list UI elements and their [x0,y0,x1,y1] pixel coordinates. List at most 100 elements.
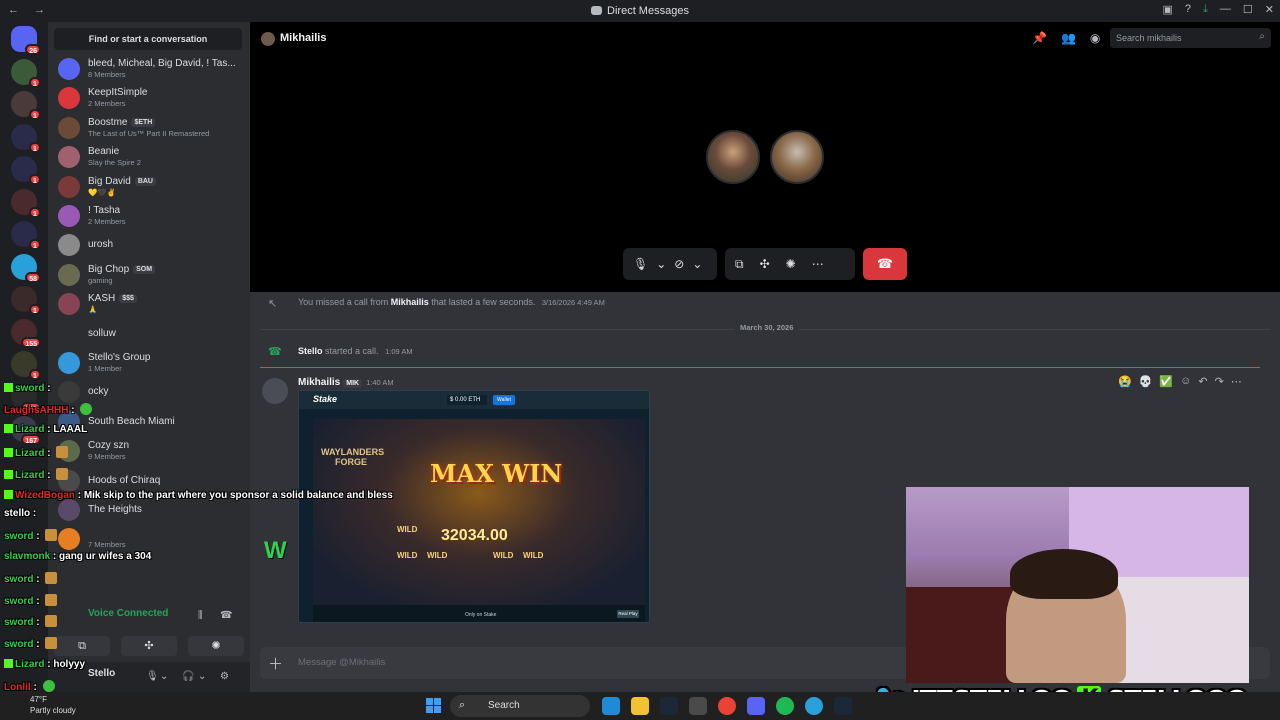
microphone-icon[interactable]: 🎙 [146,671,159,682]
find-conversation-button[interactable]: Find or start a conversation [54,28,242,50]
settings-gear-icon[interactable]: ⚙ [220,671,229,682]
server-icon[interactable]: 58 [11,253,41,283]
dm-item[interactable]: urosh [54,231,244,259]
profile-icon[interactable]: ◉ [1090,31,1100,45]
forward-icon[interactable]: ↷ [1215,375,1224,388]
chevron-down-icon[interactable]: ⌄ [160,671,168,682]
reply-icon[interactable]: ↶ [1198,375,1207,388]
dm-item[interactable]: Boostme $ETH The Last of Us™ Part II Remas… [54,114,244,142]
maximize-button[interactable]: ☐ [1243,3,1253,16]
notification-badge: 1 [29,304,41,315]
chevron-down-icon[interactable]: ⌄ [198,671,206,682]
steam-icon[interactable] [660,697,678,715]
discord-icon[interactable] [747,697,765,715]
wild-symbol: WILD [397,551,418,560]
add-reaction-icon[interactable]: ☺ [1180,375,1191,388]
dm-name-text: KeepItSimple [88,87,148,99]
server-icon[interactable]: 1 [11,58,41,88]
download-icon[interactable]: ⤓ [1203,3,1208,16]
add-friend-icon[interactable]: 👥 [1061,31,1076,45]
dm-item[interactable]: KeepItSimple 2 Members [54,84,244,112]
dm-name-text: Stello's Group [88,352,151,363]
dm-item[interactable]: Stello's Group 1 Member [54,349,244,377]
help-icon[interactable]: ? [1185,3,1191,16]
server-icon[interactable]: 1 [11,221,41,250]
dm-item[interactable]: Cozy szn 9 Members [54,437,244,465]
headphones-icon[interactable]: 🎧 [182,671,194,682]
dm-name-text: KASH [88,293,116,305]
dm-name-text: The Heights [88,504,142,515]
server-icon[interactable]: 1 [11,156,41,185]
activities-icon[interactable]: ✣ [760,257,770,271]
dm-item[interactable]: ! Tasha 2 Members [54,202,244,230]
stream-chat-line: slavmonk : gang ur wifes a 304 [4,551,151,562]
webcam-hair [1010,549,1118,599]
dm-name: KASH $$$ [88,293,242,304]
file-explorer-icon[interactable] [631,697,649,715]
start-button[interactable] [426,698,441,713]
reaction-emoji-icon[interactable]: ✅ [1159,375,1173,388]
server-icon[interactable]: 1 [11,123,41,153]
participant-avatar-stello[interactable] [770,130,824,184]
more-icon[interactable]: ⋯ [812,257,824,271]
signal-icon[interactable]: ⫼ [198,610,203,621]
dm-item[interactable]: Big David BAU 💛🖤✌ [54,173,244,201]
stream-chat-line: Lizard : holyyy [4,659,85,670]
disconnect-icon[interactable]: ☎ [220,610,232,621]
obs-icon[interactable] [689,697,707,715]
server-icon[interactable]: 1 [11,188,41,218]
chevron-down-icon[interactable]: ⌄ [692,257,702,271]
more-icon[interactable]: ⋯ [1231,375,1242,388]
image-attachment[interactable]: Stake $ 0.00 ETH Wallet WAYLANDERS FORGE… [298,390,650,623]
chat-username: Lizard [15,470,45,481]
server-icon[interactable]: 1 [11,91,41,120]
chat-emote-icon [45,529,58,541]
soundboard-icon[interactable]: ✺ [786,257,796,271]
chat-emote-icon [45,594,58,606]
hang-up-button[interactable]: ☎ [863,248,907,280]
soundboard-button[interactable]: ✺ [188,636,244,656]
user-name: Stello [88,668,116,679]
dm-subtitle: gaming [88,275,113,285]
server-icon[interactable]: 1 [11,286,41,315]
server-icon[interactable]: 1 [11,351,41,380]
screen-share-icon[interactable]: ⧉ [735,257,744,272]
reaction-emoji-icon[interactable]: 😭 [1118,375,1132,388]
server-icon[interactable]: 155 [11,318,41,348]
dm-item[interactable]: Beanie Slay the Spire 2 [54,143,244,171]
spotify-icon[interactable] [776,697,794,715]
kick-badge-icon [4,659,13,668]
inbox-icon[interactable]: ▣ [1163,3,1173,16]
steam-icon[interactable] [834,697,852,715]
chevron-down-icon[interactable]: ⌄ [656,257,666,271]
screen-share-button[interactable]: ⧉ [54,636,110,656]
wild-symbol: WILD [493,551,514,560]
call-actions: ⧉ ✣ ✺ ⋯ [725,248,855,280]
weather-widget[interactable]: 47°F Partly cloudy [30,694,76,716]
dm-item[interactable]: bleed, Micheal, Big David, ! Tas... 8 Mem… [54,55,244,83]
home-button[interactable]: 26 [11,26,41,55]
activities-button[interactable]: ✣ [121,636,177,656]
dm-subtitle: Slay the Spire 2 [88,158,141,168]
camera-off-icon[interactable]: ⊘ [674,257,684,271]
add-attachment-icon[interactable]: ＋ [268,653,283,674]
dm-item[interactable]: 7 Members [54,525,244,553]
dm-item[interactable]: KASH $$$ 🙏 [54,290,244,318]
close-button[interactable]: ✕ [1265,3,1274,16]
edge-icon[interactable] [602,697,620,715]
dm-item[interactable]: Big Chop SOM gaming [54,261,244,289]
chat-text: LAAAL [53,424,88,435]
reaction-emoji-icon[interactable]: 💀 [1139,375,1153,388]
dm-item[interactable]: solluw [54,320,244,348]
avatar[interactable] [262,378,288,404]
taskbar-search[interactable]: ⌕ Search [450,695,590,717]
avatar [58,116,80,139]
microphone-icon[interactable]: 🎙 [633,257,648,271]
participant-avatar-mikhailis[interactable] [706,130,760,184]
minimize-button[interactable]: — [1220,3,1231,16]
search-input[interactable]: Search mikhailis ⌕ [1110,28,1271,48]
chrome-icon[interactable] [718,697,736,715]
telegram-icon[interactable] [805,697,823,715]
wild-symbol: WILD [397,525,418,534]
pin-icon[interactable]: 📌 [1032,31,1047,45]
